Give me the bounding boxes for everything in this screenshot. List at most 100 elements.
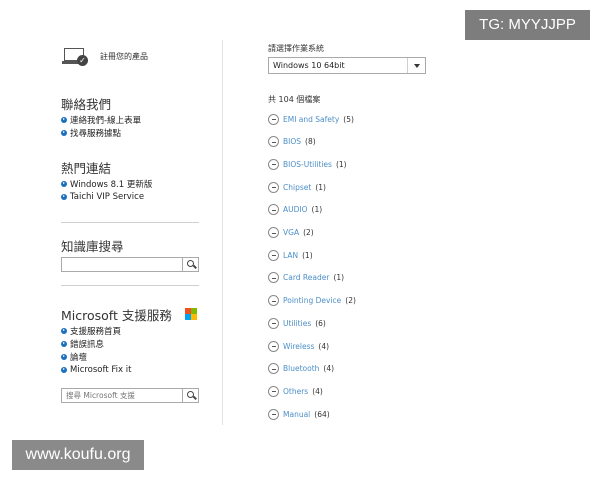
collapse-minus-icon[interactable] <box>268 408 279 420</box>
divider <box>61 222 199 223</box>
microsoft-search-input[interactable] <box>62 389 182 402</box>
collapse-minus-icon[interactable] <box>268 317 279 329</box>
taichi-vip-service-link[interactable]: Taichi VIP Service <box>61 190 152 203</box>
popular-links: Windows 8.1 更新版 Taichi VIP Service <box>61 177 152 203</box>
category-item[interactable]: AUDIO (1) <box>268 204 322 216</box>
collapse-minus-icon[interactable] <box>268 295 279 307</box>
category-count: (1) <box>335 159 347 169</box>
category-name[interactable]: BIOS-Utilities <box>283 160 332 169</box>
support-home-link[interactable]: 支援服務首頁 <box>61 324 131 337</box>
category-count: (1) <box>311 205 323 215</box>
kb-search-button[interactable] <box>182 258 198 271</box>
category-name[interactable]: AUDIO <box>283 205 308 214</box>
category-count: (5) <box>343 114 354 124</box>
category-name[interactable]: Card Reader <box>283 273 329 282</box>
category-count: (8) <box>305 137 316 147</box>
category-item[interactable]: EMI and Safety (5) <box>268 113 354 125</box>
category-item[interactable]: Wireless (4) <box>268 340 329 352</box>
logo-square <box>185 308 191 314</box>
os-selected-value: Windows 10 64bit <box>273 61 345 70</box>
os-select-dropdown[interactable]: Windows 10 64bit <box>268 57 426 74</box>
collapse-minus-icon[interactable] <box>268 272 279 284</box>
contact-links: 連絡我們-線上表單 找尋服務據點 <box>61 113 141 139</box>
arrow-bullet-icon <box>61 340 67 347</box>
collapse-minus-icon[interactable] <box>268 227 279 238</box>
dropdown-toggle[interactable] <box>407 58 425 73</box>
collapse-minus-icon[interactable] <box>268 158 279 170</box>
collapse-minus-icon[interactable] <box>268 181 279 193</box>
logo-square <box>185 314 191 320</box>
category-count: (4) <box>312 386 323 396</box>
category-name[interactable]: VGA <box>283 228 299 237</box>
category-item[interactable]: Utilities (6) <box>268 317 326 329</box>
chevron-down-icon <box>414 64 420 68</box>
category-item[interactable]: BIOS (8) <box>268 136 316 148</box>
logo-square <box>191 314 197 320</box>
category-name[interactable]: Bluetooth <box>283 364 319 373</box>
category-item[interactable]: Bluetooth (4) <box>268 363 334 375</box>
category-count: (2) <box>303 228 314 237</box>
category-name[interactable]: BIOS <box>283 137 301 146</box>
arrow-bullet-icon <box>61 129 67 136</box>
kb-search-heading: 知識庫搜尋 <box>61 239 124 254</box>
microsoft-fix-it-link[interactable]: Microsoft Fix it <box>61 363 131 376</box>
category-name[interactable]: EMI and Safety <box>283 115 339 124</box>
category-name[interactable]: Pointing Device <box>283 296 341 305</box>
category-item[interactable]: LAN (1) <box>268 249 313 261</box>
arrow-bullet-icon <box>61 353 67 360</box>
category-item[interactable]: Pointing Device (2) <box>268 295 356 307</box>
category-item[interactable]: VGA (2) <box>268 227 314 239</box>
logo-square <box>191 308 197 314</box>
forum-link[interactable]: 論壇 <box>61 350 131 363</box>
file-count: 共 104 個檔案 <box>268 95 321 104</box>
category-name[interactable]: Chipset <box>283 183 311 192</box>
category-name[interactable]: Wireless <box>283 342 314 351</box>
arrow-bullet-icon <box>61 116 67 123</box>
os-select-label: 請選擇作業系統 <box>268 44 324 53</box>
divider <box>61 285 199 286</box>
category-count: (4) <box>323 364 335 374</box>
category-name[interactable]: Others <box>283 387 308 396</box>
category-name[interactable]: Utilities <box>283 319 311 328</box>
collapse-minus-icon[interactable] <box>268 340 279 352</box>
microsoft-links: 支援服務首頁 錯誤訊息 論壇 Microsoft Fix it <box>61 324 131 376</box>
register-product-link[interactable]: ✓ 註冊您的產品 <box>62 46 148 66</box>
category-count: (64) <box>314 409 330 419</box>
category-count: (1) <box>333 273 345 283</box>
collapse-minus-icon[interactable] <box>268 204 279 216</box>
collapse-minus-icon[interactable] <box>268 363 279 375</box>
collapse-minus-icon[interactable] <box>268 113 279 125</box>
find-service-location-link[interactable]: 找尋服務據點 <box>61 126 141 139</box>
collapse-minus-icon[interactable] <box>268 136 279 148</box>
microsoft-logo-icon <box>185 308 197 320</box>
category-item[interactable]: Others (4) <box>268 385 323 397</box>
error-messages-link[interactable]: 錯誤訊息 <box>61 337 131 350</box>
microsoft-search-button[interactable] <box>182 389 198 402</box>
watermark-site: www.koufu.org <box>12 440 144 470</box>
category-item[interactable]: Manual (64) <box>268 408 330 420</box>
category-count: (4) <box>318 341 330 351</box>
category-item[interactable]: Card Reader (1) <box>268 272 344 284</box>
collapse-minus-icon[interactable] <box>268 385 279 397</box>
contact-online-form-link[interactable]: 連絡我們-線上表單 <box>61 113 141 126</box>
arrow-bullet-icon <box>61 366 67 373</box>
category-count: (1) <box>315 182 326 192</box>
arrow-bullet-icon <box>61 327 67 334</box>
arrow-bullet-icon <box>61 180 67 187</box>
windows-81-update-link[interactable]: Windows 8.1 更新版 <box>61 177 152 190</box>
category-item[interactable]: Chipset (1) <box>268 181 326 193</box>
watermark-tg: TG: MYYJJPP <box>465 10 590 40</box>
register-product-label: 註冊您的產品 <box>100 51 148 61</box>
category-name[interactable]: Manual <box>283 410 310 419</box>
popular-links-heading: 熱門連結 <box>61 161 112 176</box>
category-name[interactable]: LAN <box>283 251 298 260</box>
collapse-minus-icon[interactable] <box>268 249 279 261</box>
category-count: (6) <box>315 318 326 328</box>
microsoft-support-heading: Microsoft 支援服務 <box>61 308 172 323</box>
kb-search-input[interactable] <box>62 258 182 271</box>
laptop-check-icon: ✓ <box>62 46 88 66</box>
column-divider <box>222 40 223 425</box>
category-item[interactable]: BIOS-Utilities (1) <box>268 158 347 170</box>
kb-search-box <box>61 257 199 272</box>
arrow-bullet-icon <box>61 193 67 200</box>
